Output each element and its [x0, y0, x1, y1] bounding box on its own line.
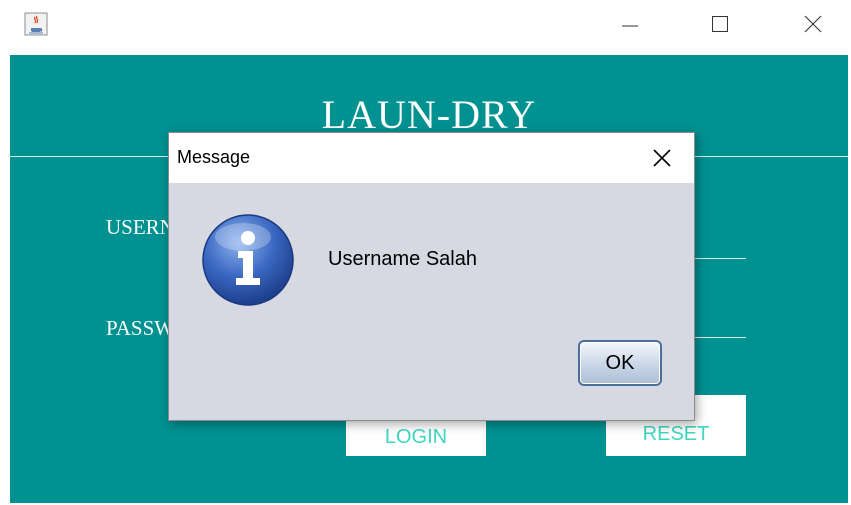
dialog-title: Message — [177, 147, 251, 167]
dialog-close-button[interactable] — [647, 143, 677, 173]
dialog-titlebar: Message — [169, 133, 694, 183]
window-close-button[interactable] — [783, 0, 843, 48]
close-icon — [804, 15, 822, 33]
dialog-message: Username Salah — [328, 248, 477, 270]
java-cup-icon[interactable] — [24, 12, 48, 36]
ok-button[interactable]: OK — [578, 340, 662, 386]
minimize-button[interactable] — [600, 0, 660, 48]
app-title: LAUN-DRY — [321, 92, 537, 137]
maximize-button[interactable] — [690, 0, 750, 48]
info-icon — [201, 213, 295, 307]
minimize-icon — [622, 25, 638, 27]
window-titlebar — [0, 0, 851, 52]
close-icon — [653, 149, 671, 167]
message-dialog: Message Username Salah OK — [168, 132, 695, 421]
maximize-icon — [712, 16, 728, 32]
application-window: LAUN-DRY USERNAME PASSWORD LOGIN RESET M… — [0, 0, 851, 505]
